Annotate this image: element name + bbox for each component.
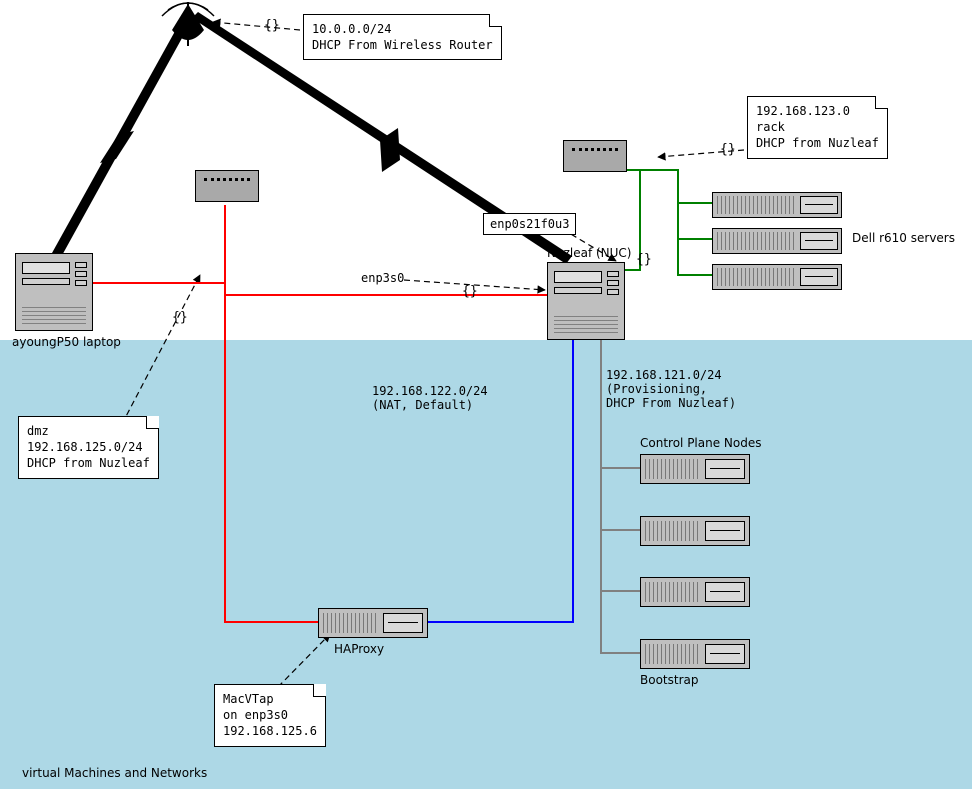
note-macvtap: MacVTap on enp3s0 192.168.125.6 [214, 684, 326, 747]
access-point-icon [162, 2, 214, 46]
enp3s0-label: enp3s0 [361, 271, 404, 285]
control-plane-node-2 [640, 516, 750, 546]
enp0s21f0u3-label: enp0s21f0u3 [483, 213, 576, 235]
note-wifi: 10.0.0.0/24 DHCP From Wireless Router [303, 14, 502, 60]
laptop-label: ayoungP50 laptop [12, 335, 121, 349]
prov-net-label: 192.168.121.0/24 (Provisioning, DHCP Fro… [606, 368, 736, 410]
brace-4: {} [462, 284, 478, 299]
brace-2: {} [720, 142, 736, 157]
nuc-label: Nuzleaf (NUC) [547, 246, 632, 260]
nuc-icon [547, 262, 625, 340]
control-plane-node-1 [640, 454, 750, 484]
wifi-link-to-laptop [52, 15, 192, 259]
laptop-icon [15, 253, 93, 331]
note-dmz: dmz 192.168.125.0/24 DHCP from Nuzleaf [18, 416, 159, 479]
brace-5: {} [636, 252, 652, 267]
control-plane-node-3 [640, 577, 750, 607]
note-rack: 192.168.123.0 rack DHCP from Nuzleaf [747, 96, 888, 159]
bootstrap-label: Bootstrap [640, 673, 698, 687]
rack-server-2 [712, 228, 842, 254]
haproxy-label: HAProxy [334, 642, 384, 656]
nat-net-label: 192.168.122.0/24 (NAT, Default) [372, 384, 488, 412]
haproxy-icon [318, 608, 428, 638]
rack-server-1 [712, 192, 842, 218]
rack-server-3 [712, 264, 842, 290]
vm-region-label: virtual Machines and Networks [22, 766, 207, 780]
bootstrap-node [640, 639, 750, 669]
ethernet-switch-b [563, 140, 627, 172]
control-plane-label: Control Plane Nodes [640, 436, 762, 450]
ethernet-switch-a [195, 170, 259, 202]
rack-links [620, 170, 712, 275]
brace-3: {} [172, 310, 188, 325]
brace-1: {} [264, 18, 280, 33]
dell-label: Dell r610 servers [852, 231, 955, 245]
